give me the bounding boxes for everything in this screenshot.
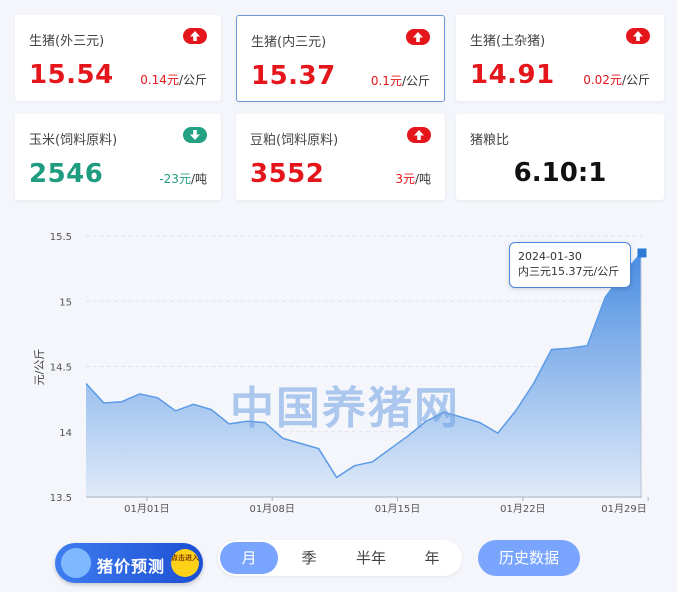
x-tick-label: 01月29日 bbox=[601, 503, 646, 515]
card-neisanyuan[interactable]: 生猪(内三元) 15.37 0.1元/公斤 bbox=[236, 15, 445, 102]
down-arrow-icon bbox=[183, 127, 207, 143]
card-change: 0.1元/公斤 bbox=[370, 74, 430, 88]
card-tuzazhu[interactable]: 生猪(土杂猪) 14.91 0.02元/公斤 bbox=[456, 15, 664, 101]
y-axis-label: 元/公斤 bbox=[33, 349, 46, 386]
tooltip-value: 内三元15.37元/公斤 bbox=[518, 265, 620, 278]
card-price: 2546 bbox=[29, 159, 104, 189]
x-tick-label: 01月22日 bbox=[500, 503, 545, 515]
card-name: 玉米(饲料原料) bbox=[29, 133, 118, 148]
y-tick-label: 15 bbox=[59, 297, 72, 308]
y-tick-label: 14 bbox=[59, 428, 72, 439]
card-change: 0.14元/公斤 bbox=[140, 73, 207, 87]
up-arrow-icon bbox=[626, 28, 650, 44]
y-tick-label: 14.5 bbox=[50, 363, 72, 374]
forecast-label: 猪价预测 bbox=[97, 557, 166, 576]
period-half-year[interactable]: 半年 bbox=[340, 542, 402, 574]
card-price: 15.37 bbox=[251, 61, 336, 91]
card-corn[interactable]: 玉米(饲料原料) 2546 -23元/吨 bbox=[15, 114, 221, 200]
period-year[interactable]: 年 bbox=[404, 542, 460, 574]
card-waisanyuan[interactable]: 生猪(外三元) 15.54 0.14元/公斤 bbox=[15, 15, 221, 101]
card-pig-grain-ratio[interactable]: 猪粮比 6.10:1 bbox=[456, 114, 664, 200]
click-enter-badge: 点击进入 bbox=[171, 549, 199, 577]
card-name: 生猪(外三元) bbox=[29, 34, 105, 49]
history-data-button[interactable]: 历史数据 bbox=[478, 540, 580, 576]
card-change: -23元/吨 bbox=[159, 172, 207, 186]
card-name: 生猪(内三元) bbox=[251, 35, 327, 50]
tooltip-date: 2024-01-30 bbox=[518, 250, 582, 263]
card-price: 15.54 bbox=[29, 60, 114, 90]
up-arrow-icon bbox=[406, 29, 430, 45]
x-tick-label: 01月01日 bbox=[124, 503, 169, 515]
x-axis-ticks: 01月01日 01月08日 01月15日 01月22日 01月29日 bbox=[124, 497, 649, 515]
y-tick-label: 13.5 bbox=[50, 493, 72, 504]
card-price: 14.91 bbox=[470, 60, 555, 90]
ratio-value: 6.10:1 bbox=[513, 158, 607, 188]
period-quarter[interactable]: 季 bbox=[280, 542, 338, 574]
card-change: 0.02元/公斤 bbox=[583, 73, 650, 87]
up-arrow-icon bbox=[407, 127, 431, 143]
up-arrow-icon bbox=[183, 28, 207, 44]
cloud-logo-icon bbox=[61, 548, 91, 578]
card-soymeal[interactable]: 豆粕(饲料原料) 3552 3元/吨 bbox=[236, 114, 445, 200]
x-tick-label: 01月15日 bbox=[375, 503, 420, 515]
x-tick-label: 01月08日 bbox=[249, 503, 294, 515]
y-tick-label: 15.5 bbox=[50, 232, 72, 243]
period-month[interactable]: 月 bbox=[220, 542, 278, 574]
card-change: 3元/吨 bbox=[395, 172, 431, 186]
watermark: 中国养猪网 bbox=[230, 383, 460, 434]
chart-tooltip: 2024-01-30 内三元15.37元/公斤 bbox=[509, 242, 631, 288]
card-name: 猪粮比 bbox=[470, 133, 510, 148]
period-switcher: 月 季 半年 年 bbox=[218, 540, 462, 576]
card-name: 生猪(土杂猪) bbox=[470, 34, 546, 49]
card-name: 豆粕(饲料原料) bbox=[250, 133, 339, 148]
hover-point-marker bbox=[637, 248, 647, 258]
y-axis-ticks: 13.5 14 14.5 15 15.5 bbox=[50, 232, 72, 504]
price-forecast-button[interactable]: 猪价预测 点击进入 bbox=[55, 543, 203, 583]
card-price: 3552 bbox=[250, 159, 325, 189]
